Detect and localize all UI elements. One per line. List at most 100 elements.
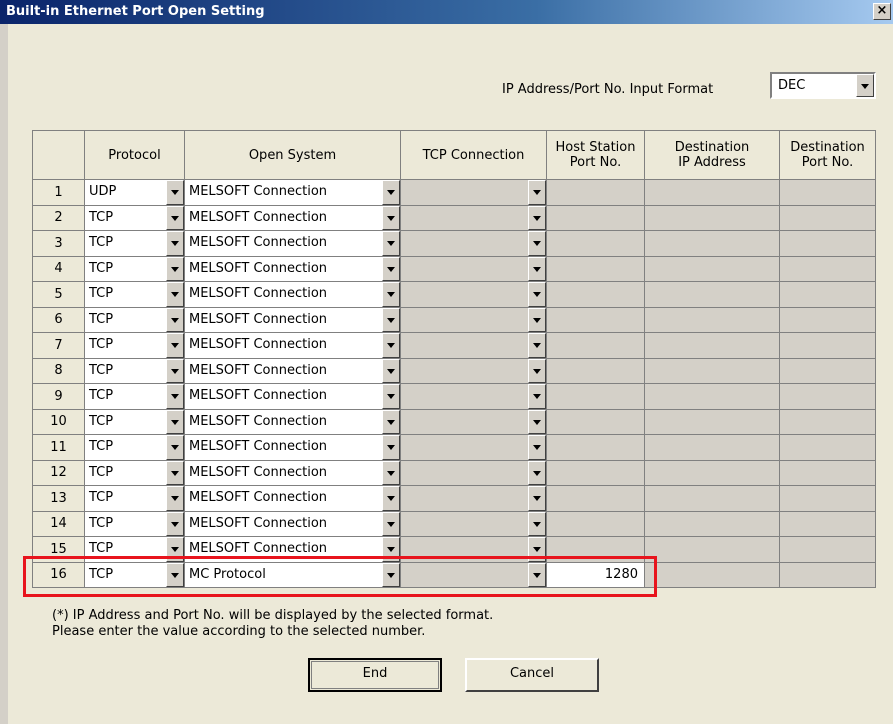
- open-system-select[interactable]: MELSOFT Connection: [184, 281, 401, 308]
- protocol-select[interactable]: UDP: [84, 179, 185, 206]
- chevron-down-icon[interactable]: [382, 205, 400, 230]
- chevron-down-icon[interactable]: [382, 256, 400, 281]
- chevron-down-icon[interactable]: [166, 511, 184, 536]
- protocol-select[interactable]: TCP: [84, 434, 185, 461]
- row-number: 2: [32, 204, 85, 231]
- open-system-value: MELSOFT Connection: [189, 439, 328, 454]
- open-system-select[interactable]: MELSOFT Connection: [184, 179, 401, 206]
- open-system-select[interactable]: MELSOFT Connection: [184, 204, 401, 231]
- chevron-down-icon[interactable]: [382, 486, 400, 511]
- chevron-down-icon[interactable]: [528, 180, 546, 205]
- title-bar: Built-in Ethernet Port Open Setting ×: [0, 0, 893, 24]
- protocol-select[interactable]: TCP: [84, 485, 185, 512]
- chevron-down-icon[interactable]: [166, 460, 184, 485]
- open-system-select[interactable]: MELSOFT Connection: [184, 408, 401, 435]
- chevron-down-icon[interactable]: [528, 460, 546, 485]
- open-system-value: MELSOFT Connection: [189, 311, 328, 327]
- chevron-down-icon[interactable]: [528, 333, 546, 358]
- protocol-select[interactable]: TCP: [84, 383, 185, 410]
- host-station-port-input: [546, 510, 645, 537]
- protocol-select[interactable]: TCP: [84, 230, 185, 257]
- open-system-select[interactable]: MELSOFT Connection: [184, 306, 401, 333]
- destination-port-input: [779, 408, 876, 435]
- tcp-connection-select: [400, 357, 547, 384]
- protocol-select[interactable]: TCP: [84, 459, 185, 486]
- cancel-button[interactable]: Cancel: [465, 658, 599, 692]
- destination-port-input: [779, 332, 876, 359]
- chevron-down-icon[interactable]: [528, 358, 546, 383]
- chevron-down-icon[interactable]: [382, 180, 400, 205]
- row-number: 7: [32, 332, 85, 359]
- protocol-value: TCP: [89, 413, 114, 429]
- protocol-select[interactable]: TCP: [84, 332, 185, 359]
- open-system-select[interactable]: MELSOFT Connection: [184, 255, 401, 282]
- destination-port-input: [779, 204, 876, 231]
- chevron-down-icon[interactable]: [166, 231, 184, 256]
- chevron-down-icon[interactable]: [382, 231, 400, 256]
- input-format-select[interactable]: DEC: [770, 72, 876, 99]
- chevron-down-icon[interactable]: [166, 180, 184, 205]
- chevron-down-icon[interactable]: [856, 74, 874, 97]
- chevron-down-icon[interactable]: [382, 282, 400, 307]
- open-system-value: MELSOFT Connection: [189, 260, 328, 276]
- tcp-connection-select: [400, 383, 547, 410]
- chevron-down-icon[interactable]: [382, 333, 400, 358]
- open-system-select[interactable]: MELSOFT Connection: [184, 332, 401, 359]
- chevron-down-icon[interactable]: [166, 333, 184, 358]
- chevron-down-icon[interactable]: [382, 307, 400, 332]
- chevron-down-icon[interactable]: [166, 358, 184, 383]
- protocol-select[interactable]: TCP: [84, 255, 185, 282]
- chevron-down-icon[interactable]: [528, 231, 546, 256]
- chevron-down-icon[interactable]: [528, 282, 546, 307]
- chevron-down-icon[interactable]: [528, 511, 546, 536]
- chevron-down-icon[interactable]: [382, 358, 400, 383]
- chevron-down-icon[interactable]: [528, 205, 546, 230]
- chevron-down-icon[interactable]: [528, 435, 546, 460]
- protocol-select[interactable]: TCP: [84, 306, 185, 333]
- open-system-select[interactable]: MELSOFT Connection: [184, 230, 401, 257]
- protocol-select[interactable]: TCP: [84, 281, 185, 308]
- table-row: 10 TCP MELSOFT Connection: [32, 408, 876, 435]
- chevron-down-icon[interactable]: [166, 384, 184, 409]
- chevron-down-icon[interactable]: [166, 282, 184, 307]
- open-system-value: MELSOFT Connection: [189, 388, 328, 403]
- note-line-2: Please enter the value according to the …: [52, 624, 426, 639]
- destination-ip-input: [644, 408, 780, 435]
- chevron-down-icon[interactable]: [382, 409, 400, 434]
- open-system-select[interactable]: MELSOFT Connection: [184, 510, 401, 537]
- close-button[interactable]: ×: [873, 3, 891, 20]
- open-system-select[interactable]: MELSOFT Connection: [184, 434, 401, 461]
- open-system-select[interactable]: MELSOFT Connection: [184, 485, 401, 512]
- row-number: 10: [32, 408, 85, 435]
- chevron-down-icon[interactable]: [528, 256, 546, 281]
- protocol-select[interactable]: TCP: [84, 510, 185, 537]
- chevron-down-icon[interactable]: [166, 486, 184, 511]
- chevron-down-icon[interactable]: [166, 256, 184, 281]
- protocol-select[interactable]: TCP: [84, 357, 185, 384]
- protocol-select[interactable]: TCP: [84, 408, 185, 435]
- open-system-select[interactable]: MELSOFT Connection: [184, 383, 401, 410]
- protocol-value: TCP: [89, 490, 114, 505]
- chevron-down-icon[interactable]: [382, 435, 400, 460]
- tcp-connection-select: [400, 332, 547, 359]
- chevron-down-icon[interactable]: [528, 486, 546, 511]
- chevron-down-icon[interactable]: [166, 205, 184, 230]
- chevron-down-icon[interactable]: [382, 460, 400, 485]
- protocol-select[interactable]: TCP: [84, 204, 185, 231]
- open-system-select[interactable]: MELSOFT Connection: [184, 459, 401, 486]
- open-system-select[interactable]: MELSOFT Connection: [184, 357, 401, 384]
- destination-ip-input: [644, 459, 780, 486]
- chevron-down-icon[interactable]: [382, 511, 400, 536]
- chevron-down-icon[interactable]: [528, 409, 546, 434]
- open-system-value: MELSOFT Connection: [189, 184, 328, 199]
- chevron-down-icon[interactable]: [166, 435, 184, 460]
- table-row: 3 TCP MELSOFT Connection: [32, 230, 876, 257]
- chevron-down-icon[interactable]: [528, 384, 546, 409]
- chevron-down-icon[interactable]: [166, 307, 184, 332]
- chevron-down-icon[interactable]: [166, 409, 184, 434]
- chevron-down-icon[interactable]: [528, 307, 546, 332]
- end-button[interactable]: End: [308, 658, 442, 692]
- table-row: 6 TCP MELSOFT Connection: [32, 306, 876, 333]
- chevron-down-icon[interactable]: [382, 384, 400, 409]
- host-station-port-input: [546, 357, 645, 384]
